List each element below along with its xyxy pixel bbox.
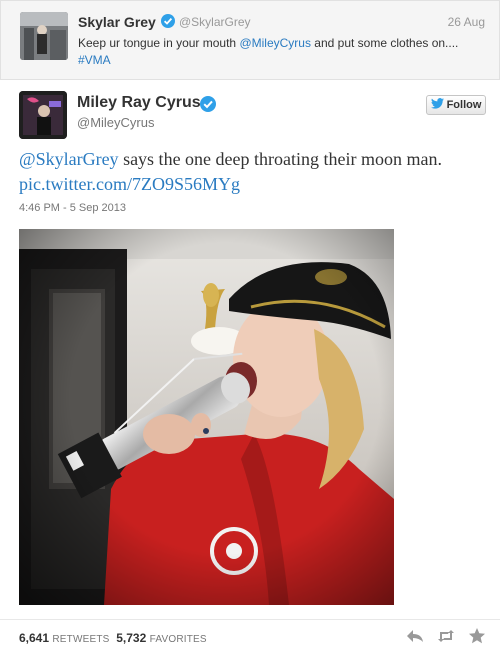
retweets-count[interactable]: 6,641 [19,631,49,645]
parent-tweet-date[interactable]: 26 Aug [448,15,485,29]
hashtag-link[interactable]: #VMA [78,53,111,67]
retweet-icon[interactable] [437,627,455,645]
tweet-timestamp[interactable]: 4:46 PM - 5 Sep 2013 [19,202,126,214]
twitter-bird-icon [430,98,444,112]
parent-author-handle[interactable]: @SkylarGrey [179,15,251,29]
favorites-label[interactable]: FAVORITES [150,634,207,645]
follow-label: Follow [446,99,482,111]
pic-link[interactable]: pic.twitter.com/7ZO9S56MYg [19,174,240,194]
verified-badge-icon [200,96,216,117]
retweets-label[interactable]: RETWEETS [52,634,109,645]
miley-cyrus-avatar[interactable] [19,91,67,139]
skylar-grey-avatar[interactable] [20,12,68,60]
tweet-actions [406,627,486,645]
favorites-count[interactable]: 5,732 [116,631,146,645]
parent-tweet-text: Keep ur tongue in your mouth @MileyCyrus… [78,36,459,67]
reply-icon[interactable] [406,627,424,645]
author-name[interactable]: Miley Ray Cyrus [77,94,201,112]
favorite-star-icon[interactable] [468,627,486,645]
verified-badge-icon [161,14,175,33]
follow-button[interactable]: Follow [426,95,486,115]
tweet-photo[interactable] [19,229,394,605]
tweet-text: @SkylarGrey says the one deep throating … [19,149,442,194]
parent-author-name[interactable]: Skylar Grey [78,14,156,30]
tweet-stats: 6,641 RETWEETS 5,732 FAVORITES [19,631,207,645]
mention-link[interactable]: @MileyCyrus [239,36,311,50]
author-handle[interactable]: @MileyCyrus [77,115,154,130]
mention-link[interactable]: @SkylarGrey [19,149,119,169]
parent-tweet: Skylar Grey @SkylarGrey 26 Aug Keep ur t… [0,0,500,80]
stats-divider [0,619,500,620]
